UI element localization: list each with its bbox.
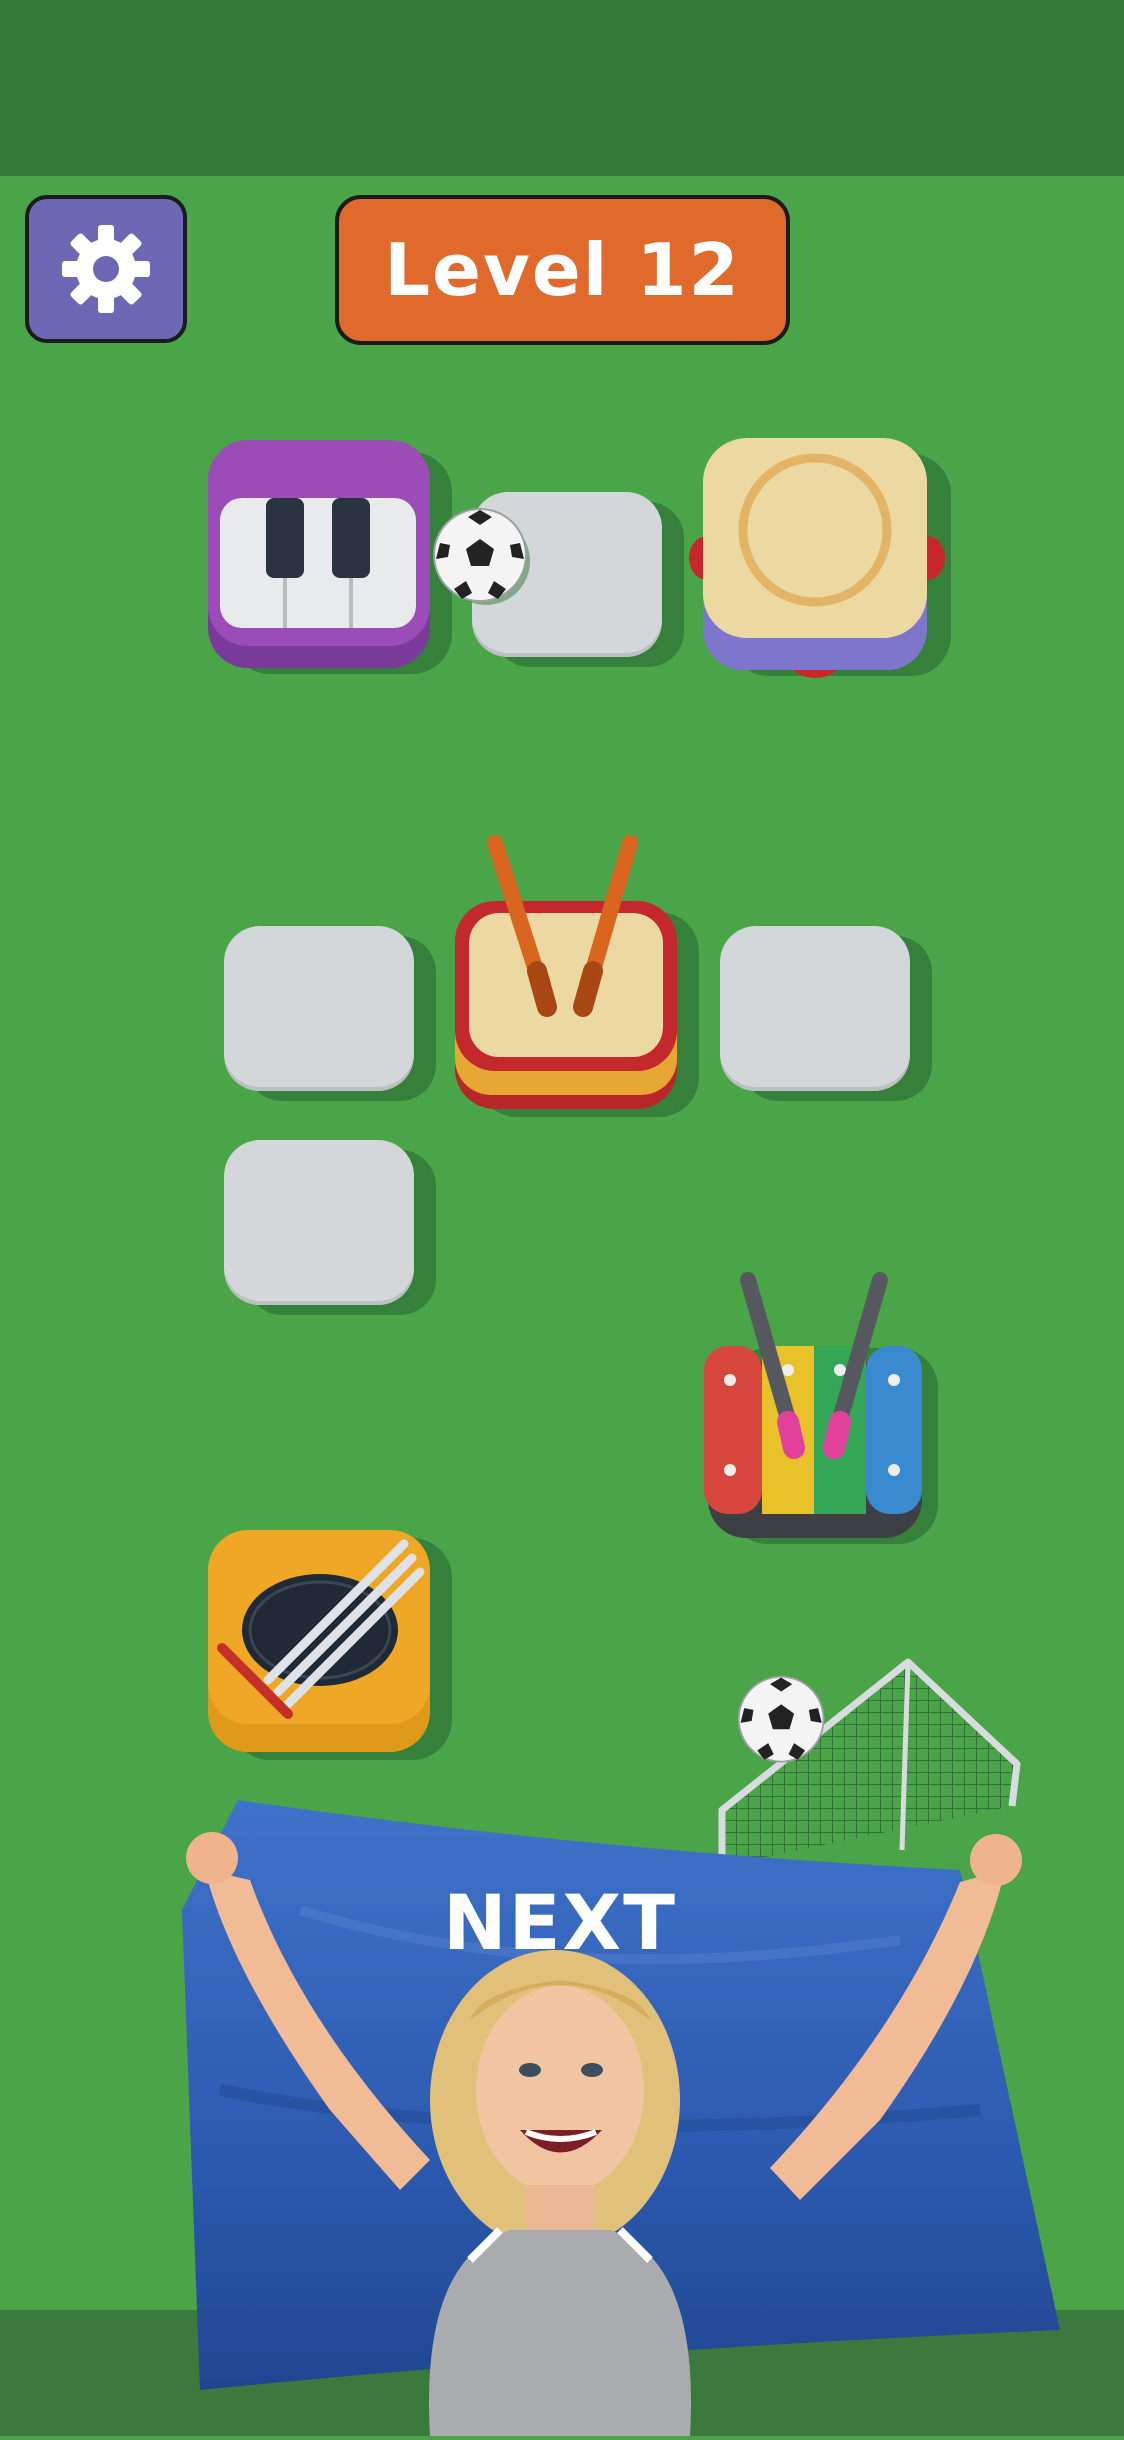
xylophone-block[interactable] xyxy=(700,1270,950,1550)
soccer-ball[interactable] xyxy=(430,505,534,609)
guitar-icon xyxy=(208,1530,452,1760)
piano-icon xyxy=(208,440,452,674)
soccer-ball[interactable] xyxy=(735,1673,831,1769)
next-label: NEXT xyxy=(443,1878,677,1967)
tambourine-icon xyxy=(689,438,951,678)
settings-button[interactable] xyxy=(25,195,187,343)
drum-block[interactable] xyxy=(455,835,705,1120)
piano-block[interactable] xyxy=(208,440,452,674)
xylophone-icon xyxy=(704,1272,938,1544)
top-band xyxy=(0,0,1124,176)
gear-icon xyxy=(62,225,150,313)
empty-tile[interactable] xyxy=(224,1140,414,1305)
level-label: Level 12 xyxy=(384,228,741,312)
drum-icon xyxy=(455,835,699,1117)
empty-tile[interactable] xyxy=(720,926,910,1091)
soccer-ball-icon xyxy=(433,508,530,605)
tambourine-block[interactable] xyxy=(685,438,955,678)
empty-tile[interactable] xyxy=(224,926,414,1091)
level-indicator: Level 12 xyxy=(335,195,790,345)
soccer-ball-icon xyxy=(737,1675,825,1763)
guitar-block[interactable] xyxy=(208,1530,458,1760)
